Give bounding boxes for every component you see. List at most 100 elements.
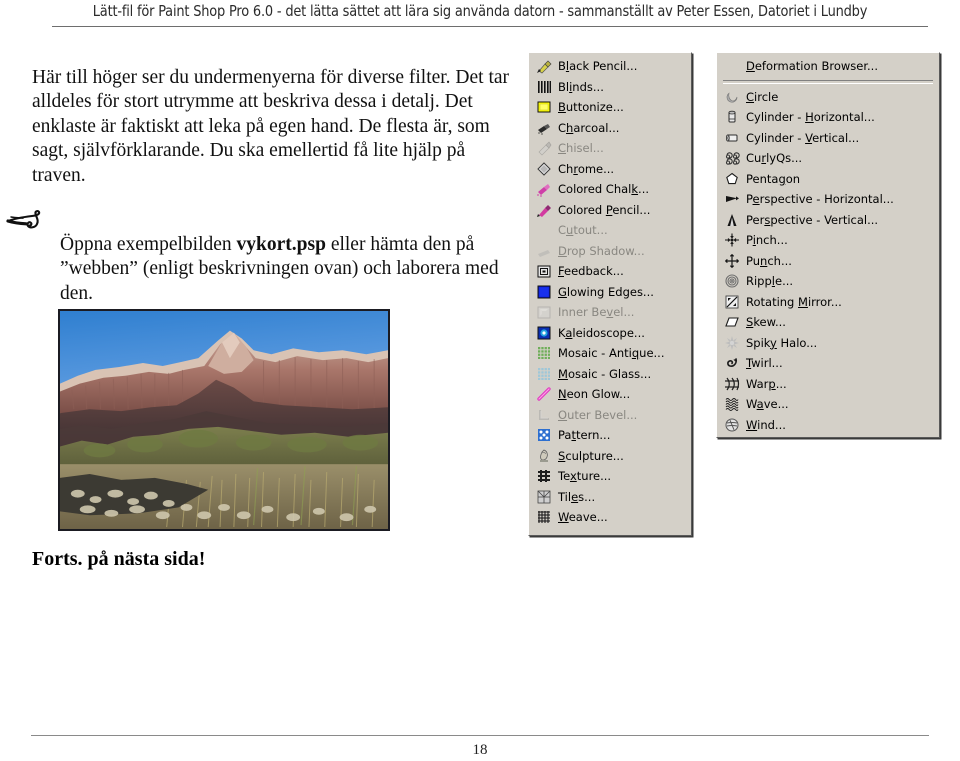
menu-item-wind[interactable]: Wind... (719, 415, 937, 436)
menu-item-punch[interactable]: Punch... (719, 251, 937, 272)
menu-item-charcoal[interactable]: Charcoal... (531, 118, 689, 139)
menu-item-drop-shadow: Drop Shadow... (531, 241, 689, 262)
menu-item-cylinder-vertical[interactable]: 0 Cylinder - Vertical... (719, 128, 937, 149)
cylinder-horizontal-icon (722, 109, 741, 126)
menu-item-label: Cutout... (558, 223, 608, 238)
menu-item-cylinder-horizontal[interactable]: Cylinder - Horizontal... (719, 107, 937, 128)
intro-paragraph: Här till höger ser du undermenyerna för … (32, 66, 510, 186)
page-header: Lätt-fil för Paint Shop Pro 6.0 - det lä… (0, 0, 960, 30)
menu-item-rotating-mirror[interactable]: Rotating Mirror... (719, 292, 937, 313)
menu-item-label: Rotating Mirror... (746, 294, 842, 309)
page-number: 18 (472, 742, 488, 758)
menu-item-weave[interactable]: Weave... (531, 507, 689, 528)
warp-icon (722, 375, 741, 392)
menu-item-pattern[interactable]: Pattern... (531, 425, 689, 446)
menu-item-glowing-edges[interactable]: Glowing Edges... (531, 282, 689, 303)
menu-item-label: Kaleidoscope... (558, 325, 645, 340)
menu-item-deformation-browser[interactable]: Deformation Browser... (719, 56, 937, 77)
menu-item-label: Cylinder - Horizontal... (746, 110, 875, 125)
chisel-icon (534, 140, 553, 157)
menu-item-label: Pattern... (558, 428, 611, 443)
neon-glow-icon (534, 386, 553, 403)
menu-item-label: Texture... (558, 469, 612, 484)
menu-item-inner-bevel: Inner Bevel... (531, 302, 689, 323)
weave-icon (534, 509, 553, 526)
menu-item-spiky-halo[interactable]: Spiky Halo... (719, 333, 937, 354)
menu-item-mosaic-glass[interactable]: Mosaic - Glass... (531, 364, 689, 385)
feedback-icon (534, 263, 553, 280)
menu-item-perspective-vertical[interactable]: Perspective - Vertical... (719, 210, 937, 231)
menu-item-kaleidoscope[interactable]: Kaleidoscope... (531, 323, 689, 344)
menu-item-colored-pencil[interactable]: Colored Pencil... (531, 200, 689, 221)
tip-paragraph: Öppna exempelbilden vykort.psp eller häm… (60, 233, 522, 307)
menu-item-twirl[interactable]: Twirl... (719, 353, 937, 374)
menu-item-label: Ripple... (746, 274, 794, 289)
menu-item-label: Outer Bevel... (558, 407, 638, 422)
menu-item-wave[interactable]: Wave... (719, 394, 937, 415)
menu-item-curlyqs[interactable]: CurlyQs... (719, 148, 937, 169)
example-file-name: vykort.psp (236, 233, 326, 255)
pen-flourish-icon (6, 208, 50, 234)
pentagon-icon (722, 170, 741, 187)
tiles-icon (534, 488, 553, 505)
menu-item-label: Wind... (746, 417, 786, 432)
circle-icon (722, 88, 741, 105)
menu-item-label: Blinds... (558, 79, 604, 94)
menu-item-buttonize[interactable]: Buttonize... (531, 97, 689, 118)
menu-item-label: Glowing Edges... (558, 284, 654, 299)
drop-shadow-icon (534, 242, 553, 259)
menu-item-blinds[interactable]: Blinds... (531, 77, 689, 98)
footer-divider (31, 735, 929, 736)
menu-item-cutout: Cutout... (531, 220, 689, 241)
menu-item-pinch[interactable]: Pinch... (719, 230, 937, 251)
menu-item-tiles[interactable]: Tiles... (531, 487, 689, 508)
menu-item-sculpture[interactable]: Sculpture... (531, 446, 689, 467)
menu-item-outer-bevel: Outer Bevel... (531, 405, 689, 426)
menu-item-label: Chisel... (558, 141, 604, 156)
menu-item-black-pencil[interactable]: Black Pencil... (531, 56, 689, 77)
menu-item-label: Weave... (558, 510, 608, 525)
outer-bevel-icon (534, 406, 553, 423)
mosaic-glass-icon (534, 365, 553, 382)
menu-item-chrome[interactable]: Chrome... (531, 159, 689, 180)
perspective-vertical-icon (722, 211, 741, 228)
pattern-icon (534, 427, 553, 444)
menu-item-chisel: Chisel... (531, 138, 689, 159)
menu-item-label: Charcoal... (558, 120, 620, 135)
rotating-mirror-icon (722, 293, 741, 310)
menu-item-label: Cylinder - Vertical... (746, 130, 860, 145)
menu-item-colored-chalk[interactable]: Colored Chalk... (531, 179, 689, 200)
menu-item-label: Perspective - Vertical... (746, 212, 879, 227)
cylinder-vertical-icon: 0 (722, 129, 741, 146)
menu-item-texture[interactable]: Texture... (531, 466, 689, 487)
menu-item-ripple[interactable]: Ripple... (719, 271, 937, 292)
menu-item-neon-glow[interactable]: Neon Glow... (531, 384, 689, 405)
menu-item-label: Mosaic - Antique... (558, 346, 665, 361)
menu-item-label: Warp... (746, 376, 787, 391)
menu-item-feedback[interactable]: Feedback... (531, 261, 689, 282)
perspective-horizontal-icon (722, 191, 741, 208)
menu-item-skew[interactable]: Skew... (719, 312, 937, 333)
effects-submenu[interactable]: Black Pencil... Blinds... Buttonize... Char… (528, 52, 692, 536)
menu-item-circle[interactable]: Circle (719, 87, 937, 108)
menu-item-label: Circle (746, 89, 779, 104)
cutout-icon (534, 222, 553, 239)
menu-item-perspective-horizontal[interactable]: Perspective - Horizontal... (719, 189, 937, 210)
menu-item-mosaic-antique[interactable]: Mosaic - Antique... (531, 343, 689, 364)
glowing-edges-icon (534, 283, 553, 300)
texture-icon (534, 468, 553, 485)
menu-item-label: Pinch... (746, 233, 788, 248)
inner-bevel-icon (534, 304, 553, 321)
deformations-submenu[interactable]: Deformation Browser... Circle Cylinder - H… (716, 52, 940, 438)
menu-item-label: CurlyQs... (746, 151, 803, 166)
menu-item-pentagon[interactable]: Pentagon (719, 169, 937, 190)
skew-icon (722, 314, 741, 331)
menu-separator (723, 79, 933, 84)
menu-item-label: Sculpture... (558, 448, 624, 463)
menu-item-label: Tiles... (558, 489, 596, 504)
mosaic-antique-icon (534, 345, 553, 362)
menu-item-label: Colored Pencil... (558, 202, 651, 217)
menu-item-label: Skew... (746, 315, 786, 330)
menu-item-label: Perspective - Horizontal... (746, 192, 894, 207)
menu-item-warp[interactable]: Warp... (719, 374, 937, 395)
